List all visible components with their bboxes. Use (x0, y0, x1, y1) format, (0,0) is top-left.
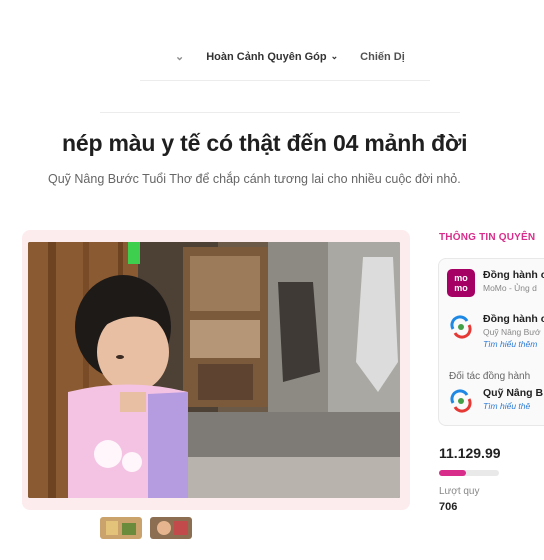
donations-count: 706 (439, 501, 458, 513)
progress-bar (439, 470, 499, 476)
main-nav: ⌄ Hoàn Cảnh Quyên Góp ⌄ Chiến Dị (175, 50, 405, 64)
section-divider (100, 112, 460, 113)
nav-item-donation-cases[interactable]: Hoàn Cảnh Quyên Góp ⌄ (206, 50, 338, 63)
thumbnail-image (150, 517, 192, 539)
companion-name: Đồng hành c (483, 269, 544, 281)
partner-fund[interactable]: Quỹ Nâng B Tìm hiểu thê (447, 387, 543, 415)
donation-info-heading: THÔNG TIN QUYÊN (439, 232, 536, 243)
companion-fund[interactable]: Đồng hành c Quỹ Nâng Bướ Tìm hiểu thêm (447, 313, 544, 349)
donations-label: Lượt quy (439, 486, 480, 497)
nav-item-label: Hoàn Cảnh Quyên Góp (206, 50, 327, 63)
campaign-subtitle: Quỹ Nâng Bước Tuổi Thơ để chắp cánh tươn… (48, 172, 461, 186)
partner-name: Quỹ Nâng B (483, 387, 544, 399)
campaign-photo[interactable] (28, 242, 400, 498)
companion-momo[interactable]: mo mo Đồng hành c MoMo - Ủng d (447, 269, 544, 297)
companion-sub: MoMo - Ủng d (483, 283, 537, 293)
learn-more-link[interactable]: Tìm hiểu thêm (483, 339, 544, 349)
thumbnail-image (100, 517, 142, 539)
fund-logo-icon (447, 313, 475, 341)
chevron-down-icon: ⌄ (330, 51, 339, 61)
nav-chevron-icon[interactable]: ⌄ (175, 50, 184, 63)
thumbnail[interactable] (100, 517, 142, 539)
child-photo-image (28, 242, 400, 498)
campaign-title: nép màu y tế có thật đến 04 mảnh đời (62, 130, 468, 156)
thumbnail[interactable] (150, 517, 192, 539)
nav-divider (140, 80, 430, 81)
nav-item-label: Chiến Dị (360, 50, 405, 63)
fund-logo-icon (447, 387, 475, 415)
nav-item-campaigns[interactable]: Chiến Dị (360, 50, 405, 63)
momo-logo-icon: mo mo (447, 269, 475, 297)
progress-fill (439, 470, 466, 476)
companion-sub: Quỹ Nâng Bướ (483, 327, 541, 337)
learn-more-link[interactable]: Tìm hiểu thê (483, 401, 543, 411)
companions-card: mo mo Đồng hành c MoMo - Ủng d Đồng hành … (438, 258, 544, 426)
partner-label: Đối tác đồng hành (449, 371, 531, 382)
photo-thumbnails (100, 517, 192, 539)
companion-name: Đồng hành c (483, 313, 544, 325)
campaign-page: ⌄ Hoàn Cảnh Quyên Góp ⌄ Chiến Dị nép màu… (0, 0, 544, 560)
raised-amount: 11.129.99 (439, 445, 501, 461)
